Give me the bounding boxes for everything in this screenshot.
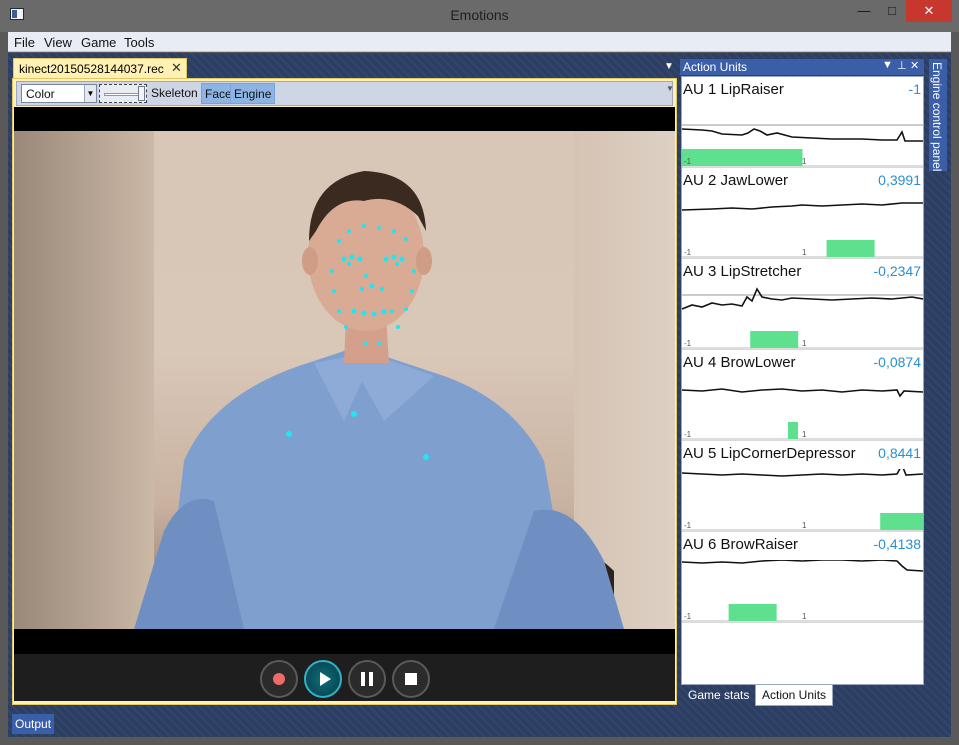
action-unit-bar (880, 513, 923, 530)
engine-control-panel-label: Engine control panel (930, 62, 944, 172)
stop-icon (405, 673, 417, 685)
document-tab-label: kinect20150528144037.rec (19, 62, 164, 76)
axis-center-label: 1 (802, 157, 807, 166)
record-icon (273, 673, 285, 685)
axis-center-label: 1 (802, 339, 807, 348)
action-unit-bar (787, 422, 798, 439)
action-unit-row: AU 1 LipRaiser -1 -1 1 (682, 77, 923, 168)
axis-min-label: -1 (684, 612, 692, 621)
pin-icon[interactable]: ⊥ (897, 59, 907, 72)
person-silhouette (134, 171, 624, 629)
axis-min-label: -1 (684, 339, 692, 348)
axis-center-label: 1 (802, 612, 807, 621)
axis-center-label: 1 (802, 248, 807, 257)
action-unit-name: AU 6 BrowRaiser (683, 536, 799, 553)
document-tab-close-icon[interactable]: ✕ (171, 60, 182, 76)
action-unit-trend (682, 469, 923, 477)
toolbar-overflow-icon[interactable]: ▼ (666, 84, 674, 93)
action-unit-name: AU 2 JawLower (683, 172, 789, 189)
play-button[interactable] (304, 660, 342, 698)
action-unit-bar (826, 240, 875, 257)
action-units-header: Action Units ▼ ⊥ ✕ (680, 59, 924, 75)
document-tab[interactable]: kinect20150528144037.rec ✕ (13, 58, 187, 78)
action-unit-trend (682, 202, 923, 211)
viewer-toolbar: Color ▼ Skeleton Face Engine ▼ (16, 81, 674, 106)
maximize-button[interactable]: □ (878, 0, 906, 22)
tab-output[interactable]: Output (12, 714, 55, 734)
close-window-button[interactable]: ✕ (906, 0, 952, 22)
action-unit-trend (682, 388, 923, 398)
action-unit-row: AU 4 BrowLower -0,0874 -1 1 (682, 350, 923, 441)
window-title: Emotions (450, 7, 509, 23)
pause-icon (361, 672, 365, 686)
tab-game-stats[interactable]: Game stats (682, 685, 755, 706)
action-unit-value: -1 (908, 81, 921, 97)
document-list-dropdown-icon[interactable]: ▼ (664, 61, 674, 72)
workspace: kinect20150528144037.rec ✕ ▼ Color ▼ Ske… (8, 53, 951, 737)
action-unit-value: 0,8441 (878, 445, 921, 461)
axis-min-label: -1 (684, 248, 692, 257)
axis-min-label: -1 (684, 521, 692, 530)
axis-center-label: 1 (802, 521, 807, 530)
close-panel-icon[interactable]: ✕ (910, 59, 919, 72)
action-unit-value: -0,0874 (873, 354, 921, 370)
title-bar: Emotions — □ ✕ (0, 0, 959, 32)
pause-icon (369, 672, 373, 686)
action-unit-trend (682, 560, 923, 572)
chevron-down-icon: ▼ (84, 85, 96, 102)
axis-min-label: -1 (684, 157, 692, 166)
document-pane: Color ▼ Skeleton Face Engine ▼ (12, 78, 677, 705)
slider-thumb[interactable] (138, 86, 145, 101)
panel-dropdown-icon[interactable]: ▼ (882, 59, 893, 71)
tab-engine-control-panel[interactable]: Engine control panel (929, 59, 947, 171)
action-unit-row: AU 3 LipStretcher -0,2347 -1 1 (682, 259, 923, 350)
engine-toggle[interactable]: Engine (230, 83, 276, 104)
axis-min-label: -1 (684, 430, 692, 439)
action-unit-value: 0,3991 (878, 172, 921, 188)
menu-view[interactable]: View (44, 35, 72, 50)
playback-controls (14, 654, 675, 701)
action-unit-trend (682, 128, 923, 142)
action-unit-chart: -1 1 (682, 388, 923, 440)
video-viewport (14, 107, 675, 654)
action-unit-trend (682, 287, 923, 310)
action-unit-name: AU 1 LipRaiser (683, 81, 784, 98)
action-unit-chart: -1 1 (682, 560, 923, 622)
action-unit-value: -0,4138 (873, 536, 921, 552)
stream-select[interactable]: Color ▼ (21, 84, 97, 103)
action-unit-chart: -1 1 (682, 124, 923, 167)
play-icon (320, 672, 331, 686)
action-unit-bar (750, 331, 799, 348)
record-button[interactable] (260, 660, 298, 698)
app-window: Emotions — □ ✕ File View Game Tools kine… (0, 0, 959, 745)
stream-select-value: Color (26, 87, 55, 101)
opacity-slider[interactable] (99, 84, 147, 103)
tab-action-units[interactable]: Action Units (755, 685, 834, 706)
action-unit-value: -0,2347 (873, 263, 921, 279)
action-unit-bar (728, 604, 777, 621)
action-unit-row: AU 5 LipCornerDepressor 0,8441 -1 1 (682, 441, 923, 532)
camera-frame (14, 131, 675, 629)
action-units-title: Action Units (683, 60, 748, 74)
pause-button[interactable] (348, 660, 386, 698)
action-unit-name: AU 4 BrowLower (683, 354, 796, 371)
skeleton-toggle[interactable]: Skeleton (151, 86, 198, 100)
action-units-panel: AU 1 LipRaiser -1 -1 1 AU 2 JawLower 0,3… (681, 76, 924, 685)
action-unit-row: AU 2 JawLower 0,3991 -1 1 (682, 168, 923, 259)
menu-game[interactable]: Game (81, 35, 116, 50)
menu-file[interactable]: File (14, 35, 35, 50)
stop-button[interactable] (392, 660, 430, 698)
action-unit-chart: -1 1 (682, 287, 923, 349)
action-unit-chart: -1 1 (682, 469, 923, 531)
action-unit-row: AU 6 BrowRaiser -0,4138 -1 1 (682, 532, 923, 623)
slider-track (104, 93, 140, 96)
axis-center-label: 1 (802, 430, 807, 439)
action-unit-name: AU 3 LipStretcher (683, 263, 802, 280)
menu-tools[interactable]: Tools (124, 35, 154, 50)
menu-bar: File View Game Tools (8, 32, 951, 52)
action-unit-bar (682, 149, 803, 166)
minimize-button[interactable]: — (850, 0, 878, 22)
action-unit-chart: -1 1 (682, 202, 923, 258)
action-unit-name: AU 5 LipCornerDepressor (683, 445, 856, 462)
